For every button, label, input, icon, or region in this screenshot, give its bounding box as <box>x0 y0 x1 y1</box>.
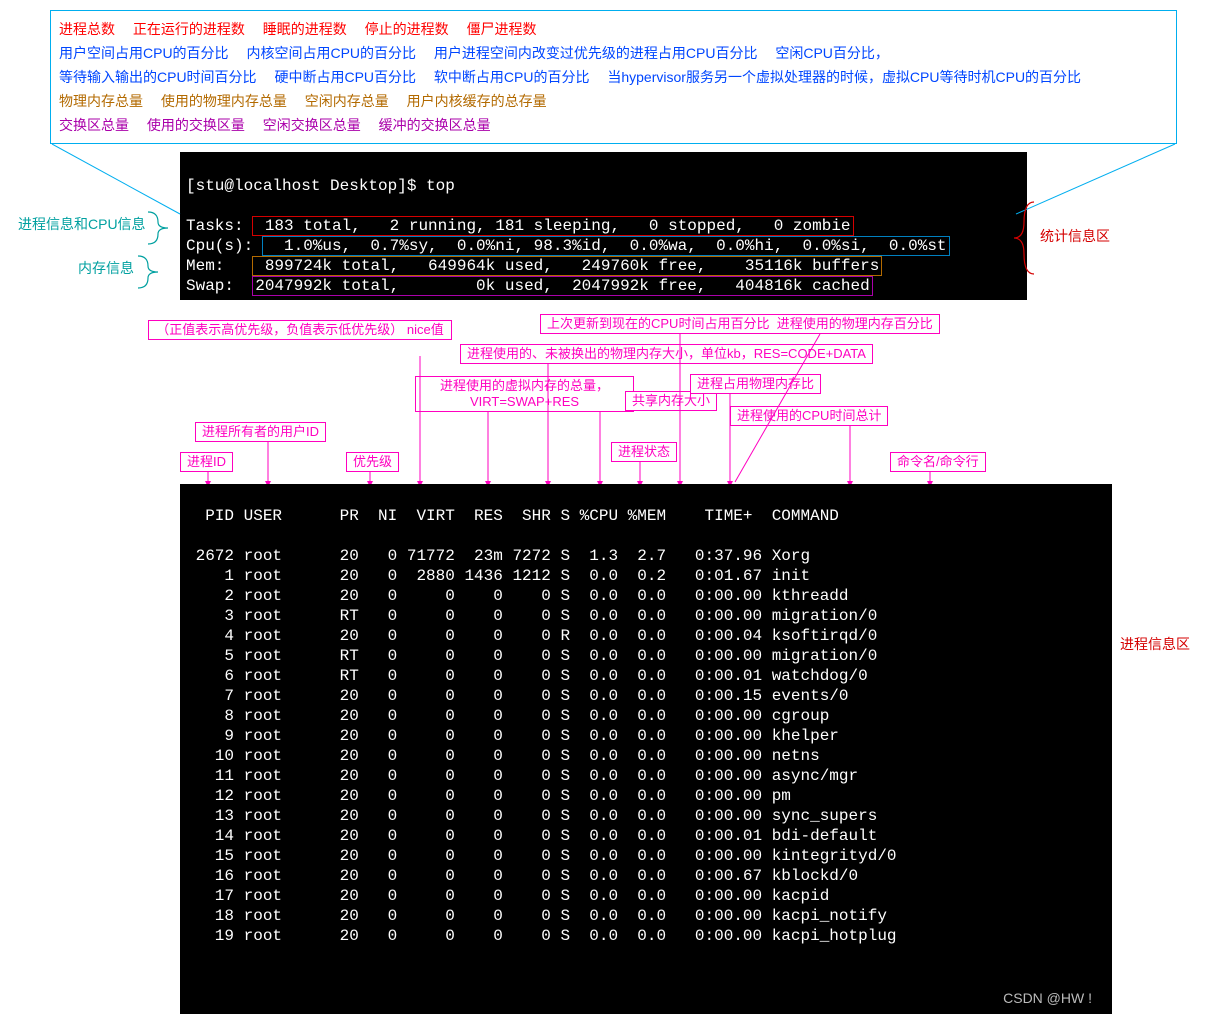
swap-box: 2047992k total, 0k used, 2047992k free, … <box>253 277 872 295</box>
process-row: 17 root 20 0 0 0 0 S 0.0 0.0 0:00.00 kac… <box>186 886 1106 906</box>
legend-row-2b: 等待输入输出的CPU时间百分比 硬中断占用CPU百分比 软中断占用CPU的百分比… <box>59 65 1168 89</box>
process-row: 4 root 20 0 0 0 0 R 0.0 0.0 0:00.04 ksof… <box>186 626 1106 646</box>
legend-item: 使用的交换区量 <box>147 117 245 133</box>
process-row: 2672 root 20 0 71772 23m 7272 S 1.3 2.7 … <box>186 546 1106 566</box>
legend-item: 空闲内存总量 <box>305 93 389 109</box>
watermark: CSDN @HW ! <box>1003 988 1092 1008</box>
process-row: 10 root 20 0 0 0 0 S 0.0 0.0 0:00.00 net… <box>186 746 1106 766</box>
ann-phys-pct: 进程占用物理内存比 <box>690 374 821 394</box>
legend-item: 等待输入输出的CPU时间百分比 <box>59 69 257 85</box>
ann-virt: 进程使用的虚拟内存的总量， VIRT=SWAP+RES <box>415 376 634 412</box>
legend-item: 缓冲的交换区总量 <box>379 117 491 133</box>
tasks-line: Tasks: 183 total, 2 running, 181 sleepin… <box>186 217 853 235</box>
mem-box: 899724k total, 649964k used, 249760k fre… <box>253 257 881 275</box>
process-row: 9 root 20 0 0 0 0 S 0.0 0.0 0:00.00 khel… <box>186 726 1106 746</box>
terminal-summary: [stu@localhost Desktop]$ top Tasks: 183 … <box>180 152 1027 300</box>
process-row: 8 root 20 0 0 0 0 S 0.0 0.0 0:00.00 cgro… <box>186 706 1106 726</box>
legend-item: 睡眠的进程数 <box>263 21 347 37</box>
legend-item: 硬中断占用CPU百分比 <box>274 69 416 85</box>
legend-item: 用户进程空间内改变过优先级的进程占用CPU百分比 <box>434 45 758 61</box>
process-row: 3 root RT 0 0 0 0 S 0.0 0.0 0:00.00 migr… <box>186 606 1106 626</box>
process-row: 15 root 20 0 0 0 0 S 0.0 0.0 0:00.00 kin… <box>186 846 1106 866</box>
legend-item: 停止的进程数 <box>365 21 449 37</box>
ann-res: 进程使用的、未被换出的物理内存大小，单位kb，RES=CODE+DATA <box>460 344 873 364</box>
legend-item: 进程总数 <box>59 21 115 37</box>
legend-item: 正在运行的进程数 <box>133 21 245 37</box>
ann-shr: 共享内存大小 <box>625 391 717 411</box>
legend-row-2: 用户空间占用CPU的百分比 内核空间占用CPU的百分比 用户进程空间内改变过优先… <box>59 41 1168 65</box>
ann-nice: （正值表示高优先级，负值表示低优先级） nice值 <box>148 320 452 340</box>
brace-icon <box>146 208 176 248</box>
stage-lower: 进程信息区 PID USER PR NI VIRT RES SHR S %CPU… <box>0 484 1227 1014</box>
process-row: 12 root 20 0 0 0 0 S 0.0 0.0 0:00.00 pm <box>186 786 1106 806</box>
process-row: 1 root 20 0 2880 1436 1212 S 0.0 0.2 0:0… <box>186 566 1106 586</box>
ann-state: 进程状态 <box>611 442 677 462</box>
ann-time: 进程使用的CPU时间总计 <box>730 406 888 426</box>
legend-item: 空闲交换区总量 <box>263 117 361 133</box>
legend-item: 僵尸进程数 <box>467 21 537 37</box>
label-mem-info: 内存信息 <box>78 258 134 278</box>
prompt-line: [stu@localhost Desktop]$ top <box>186 177 455 195</box>
brace-icon <box>1012 198 1042 278</box>
tasks-box: 183 total, 2 running, 181 sleeping, 0 st… <box>253 217 852 235</box>
cpu-box: 1.0%us, 0.7%sy, 0.0%ni, 98.3%id, 0.0%wa,… <box>263 237 949 255</box>
process-row: 13 root 20 0 0 0 0 S 0.0 0.0 0:00.00 syn… <box>186 806 1106 826</box>
legend-item: 空闲CPU百分比， <box>775 45 889 61</box>
process-row: 7 root 20 0 0 0 0 S 0.0 0.0 0:00.15 even… <box>186 686 1106 706</box>
legend-item: 内核空间占用CPU的百分比 <box>246 45 416 61</box>
legend-item: 交换区总量 <box>59 117 129 133</box>
process-row: 11 root 20 0 0 0 0 S 0.0 0.0 0:00.00 asy… <box>186 766 1106 786</box>
terminal-process-list: PID USER PR NI VIRT RES SHR S %CPU %MEM … <box>180 484 1112 1014</box>
legend-item: 当hypervisor服务另一个虚拟处理器的时候，虚拟CPU等待时机CPU的百分… <box>607 69 1081 85</box>
legend-row-1: 进程总数 正在运行的进程数 睡眠的进程数 停止的进程数 僵尸进程数 <box>59 17 1168 41</box>
legend-item: 用户空间占用CPU的百分比 <box>59 45 229 61</box>
legend-item: 使用的物理内存总量 <box>161 93 287 109</box>
legend-item: 物理内存总量 <box>59 93 143 109</box>
ann-user-id: 进程所有者的用户ID <box>195 422 326 442</box>
legend-row-4: 交换区总量 使用的交换区量 空闲交换区总量 缓冲的交换区总量 <box>59 113 1168 137</box>
label-proc-area: 进程信息区 <box>1120 634 1190 654</box>
mem-line: Mem: 899724k total, 649964k used, 249760… <box>186 257 881 275</box>
process-row: 19 root 20 0 0 0 0 S 0.0 0.0 0:00.00 kac… <box>186 926 1106 946</box>
brace-icon <box>136 252 166 292</box>
annotations-area: 上次更新到现在的CPU时间占用百分比 进程使用的物理内存百分比 （正值表示高优先… <box>0 314 1227 484</box>
stage-upper: 进程信息和CPU信息 内存信息 统计信息区 [stu@localhost Des… <box>0 152 1227 300</box>
legend-box: 进程总数 正在运行的进程数 睡眠的进程数 停止的进程数 僵尸进程数 用户空间占用… <box>50 10 1177 144</box>
legend-row-3: 物理内存总量 使用的物理内存总量 空闲内存总量 用户内核缓存的总存量 <box>59 89 1168 113</box>
swap-line: Swap: 2047992k total, 0k used, 2047992k … <box>186 277 872 295</box>
legend-item: 用户内核缓存的总存量 <box>407 93 547 109</box>
ann-pid: 进程ID <box>180 452 233 472</box>
process-row: 6 root RT 0 0 0 0 S 0.0 0.0 0:00.01 watc… <box>186 666 1106 686</box>
label-stat-area: 统计信息区 <box>1040 226 1110 246</box>
ann-cpu-pct: 上次更新到现在的CPU时间占用百分比 进程使用的物理内存百分比 <box>540 314 940 334</box>
label-proc-cpu-info: 进程信息和CPU信息 <box>18 214 146 234</box>
ann-cmd: 命令名/命令行 <box>890 452 986 472</box>
ann-pr: 优先级 <box>346 452 399 472</box>
process-row: 14 root 20 0 0 0 0 S 0.0 0.0 0:00.01 bdi… <box>186 826 1106 846</box>
process-row: 16 root 20 0 0 0 0 S 0.0 0.0 0:00.67 kbl… <box>186 866 1106 886</box>
cpu-line: Cpu(s): 1.0%us, 0.7%sy, 0.0%ni, 98.3%id,… <box>186 237 949 255</box>
process-header: PID USER PR NI VIRT RES SHR S %CPU %MEM … <box>186 506 1106 526</box>
legend-item: 软中断占用CPU的百分比 <box>434 69 590 85</box>
process-row: 2 root 20 0 0 0 0 S 0.0 0.0 0:00.00 kthr… <box>186 586 1106 606</box>
process-row: 5 root RT 0 0 0 0 S 0.0 0.0 0:00.00 migr… <box>186 646 1106 666</box>
process-row: 18 root 20 0 0 0 0 S 0.0 0.0 0:00.00 kac… <box>186 906 1106 926</box>
